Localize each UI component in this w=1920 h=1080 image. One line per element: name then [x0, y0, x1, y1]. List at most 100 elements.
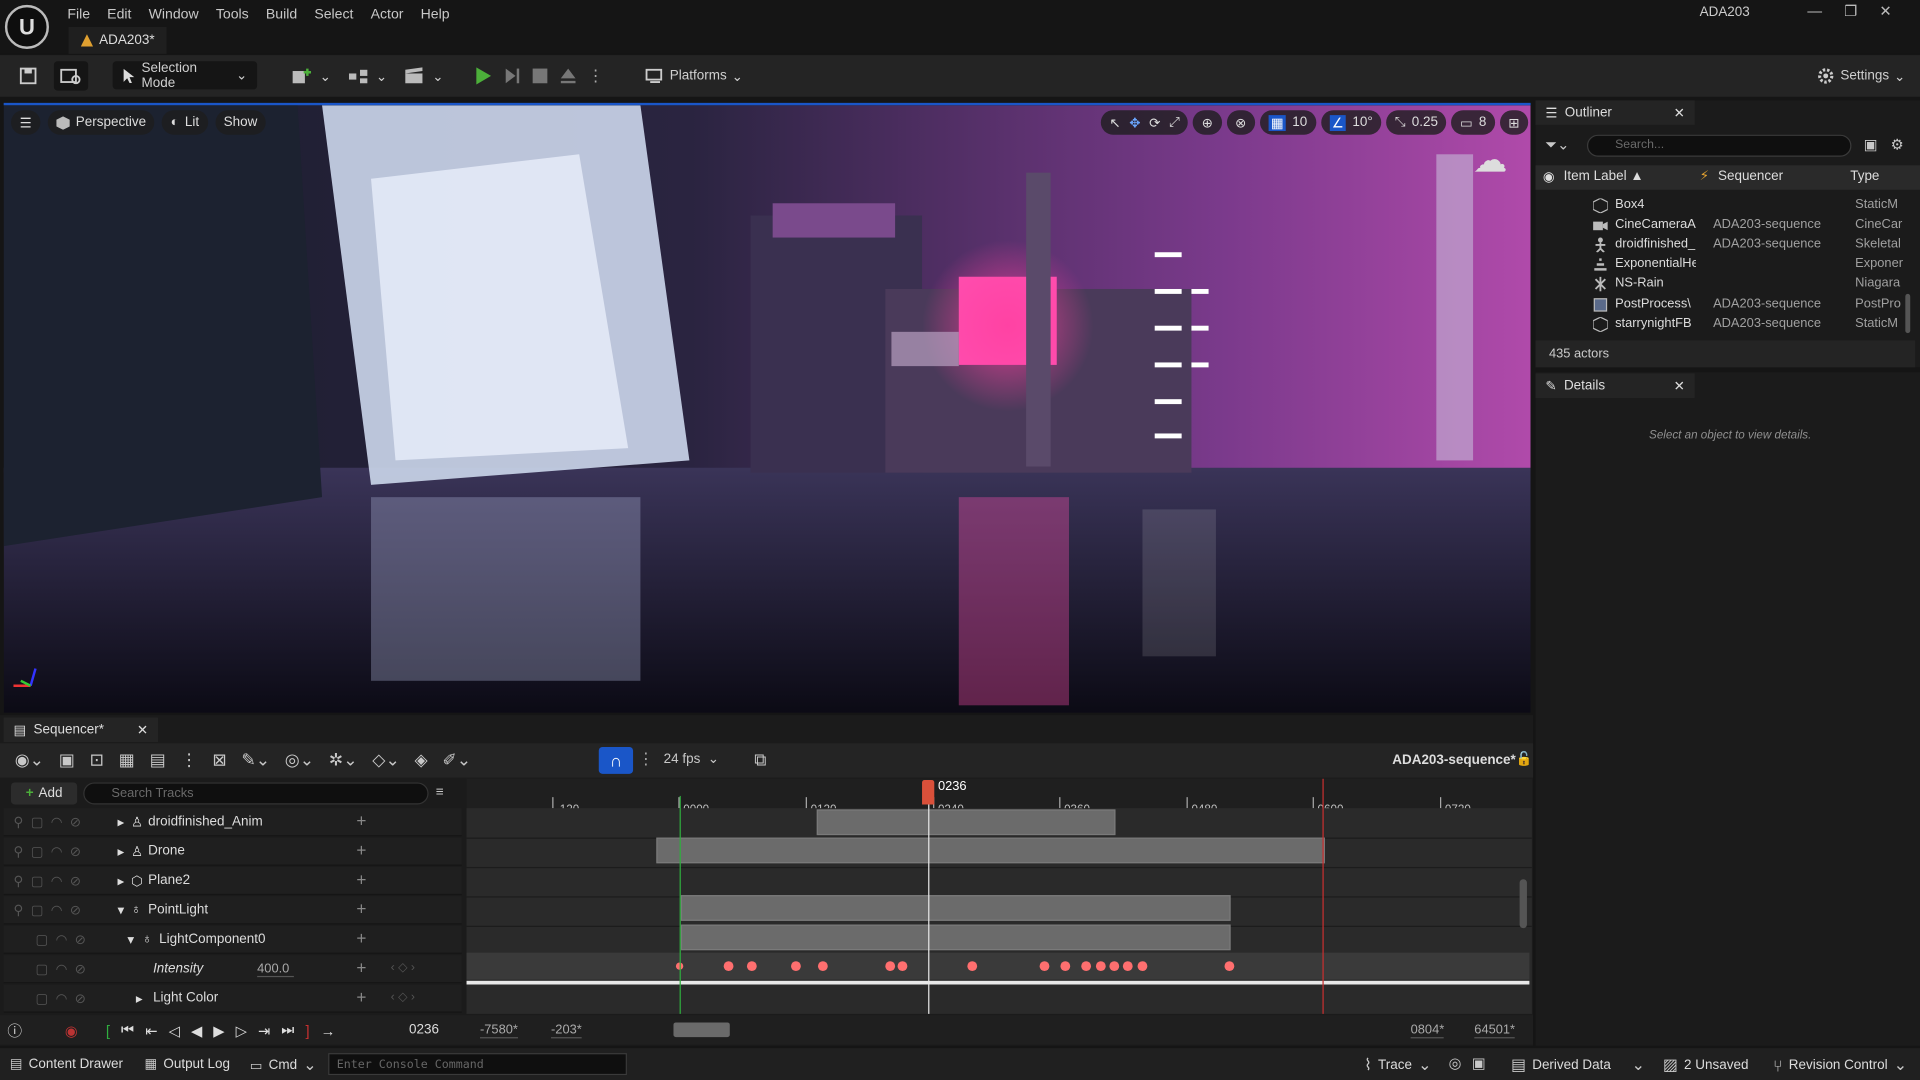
- intensity-value-field[interactable]: 400.0: [257, 961, 294, 978]
- world-local-button[interactable]: ⊕: [1193, 110, 1222, 135]
- sequencer-tab[interactable]: ▤ Sequencer* ✕: [3, 717, 158, 743]
- save-sequence-icon[interactable]: ▣: [59, 749, 75, 770]
- record-icon[interactable]: ◉: [65, 1022, 78, 1039]
- select-icon[interactable]: ↖: [1109, 114, 1120, 131]
- expand-arrow-icon[interactable]: ▸: [118, 814, 125, 831]
- timeline-zoom-scrollbar[interactable]: [673, 1022, 730, 1038]
- pin-icon[interactable]: ⚲: [13, 844, 23, 860]
- keyframe[interactable]: [791, 961, 801, 972]
- track-row[interactable]: ⚲ ▢ ◠ ⊘ ▸ ♙ droidfinished_Anim +: [3, 808, 462, 837]
- unsaved-button[interactable]: ▨ 2 Unsaved: [1663, 1056, 1749, 1076]
- camera-speed-button[interactable]: ▭ 8: [1451, 110, 1495, 135]
- keyframe[interactable]: [723, 961, 734, 972]
- rotate-icon[interactable]: ⟳: [1149, 114, 1160, 131]
- menu-edit[interactable]: Edit: [99, 3, 140, 22]
- track-search-input[interactable]: Search Tracks: [83, 782, 429, 805]
- step-forward-icon[interactable]: ▷: [236, 1022, 247, 1039]
- col-type[interactable]: Type: [1850, 169, 1879, 184]
- key-navigation-icon[interactable]: ‹ ◇ ›: [391, 961, 415, 974]
- screenshot-icon[interactable]: ▣: [1472, 1054, 1486, 1071]
- mute-icon[interactable]: ⊘: [70, 902, 81, 919]
- keyframe[interactable]: [1081, 961, 1092, 972]
- keyframe[interactable]: [1060, 961, 1071, 972]
- section-droidfinished[interactable]: [816, 809, 1116, 836]
- console-input[interactable]: Enter Console Command: [328, 1053, 627, 1076]
- playhead-line[interactable]: [928, 795, 930, 1014]
- find-icon[interactable]: ⊡: [90, 749, 104, 770]
- blueprint-button[interactable]: ⌄: [340, 61, 393, 90]
- playback-options-icon[interactable]: ✲⌄: [329, 749, 358, 770]
- add-folder-icon[interactable]: ▣: [1864, 136, 1878, 153]
- eye-icon[interactable]: ◎⌄: [285, 749, 314, 770]
- solo-icon[interactable]: ◠: [51, 873, 63, 889]
- keyframe[interactable]: [746, 961, 757, 972]
- play-icon[interactable]: [473, 66, 493, 86]
- menu-window[interactable]: Window: [140, 3, 207, 22]
- menu-select[interactable]: Select: [306, 3, 362, 22]
- fps-dropdown[interactable]: 24 fps ⌄: [664, 751, 719, 766]
- expand-arrow-icon[interactable]: ▸: [118, 844, 125, 860]
- lock-icon[interactable]: ▢: [36, 932, 49, 948]
- col-sequencer[interactable]: Sequencer: [1718, 169, 1783, 184]
- add-subtrack-icon[interactable]: +: [356, 840, 366, 860]
- keyframe[interactable]: [1095, 961, 1106, 972]
- collapse-arrow-icon[interactable]: ▾: [118, 902, 125, 919]
- outliner-row[interactable]: CineCameraA ADA203-sequence CineCar: [1536, 217, 1903, 237]
- current-frame-field[interactable]: 0236: [409, 1022, 439, 1037]
- view-start-field[interactable]: -203*: [551, 1022, 582, 1039]
- outliner-row[interactable]: PostProcess\ ADA203-sequence PostPro: [1536, 296, 1903, 316]
- curve-editor-icon[interactable]: ⧉: [754, 749, 766, 770]
- perspective-button[interactable]: Perspective: [47, 110, 155, 135]
- lock-icon[interactable]: ▢: [31, 873, 44, 889]
- add-actor-button[interactable]: ⌄: [284, 61, 337, 90]
- loop-icon[interactable]: →: [321, 1022, 336, 1039]
- outliner-scrollbar[interactable]: [1905, 293, 1911, 334]
- mute-icon[interactable]: ⊘: [70, 814, 81, 831]
- outliner-row[interactable]: droidfinished_ ADA203-sequence Skeletal: [1536, 236, 1903, 256]
- filter-icon[interactable]: ⏷⌄: [1545, 136, 1569, 154]
- jump-start-icon[interactable]: ⏮: [121, 1021, 134, 1039]
- pin-icon[interactable]: ⚲: [13, 814, 23, 831]
- add-track-button[interactable]: + Add: [11, 782, 78, 805]
- outliner-row[interactable]: NS-Rain Niagara: [1536, 276, 1903, 296]
- time-ruler[interactable]: [466, 778, 1532, 809]
- step-icon[interactable]: [502, 66, 522, 86]
- level-tab[interactable]: ADA203*: [68, 26, 167, 54]
- trace-dropdown[interactable]: ⌇ Trace ⌄: [1364, 1056, 1431, 1076]
- close-icon[interactable]: ✕: [137, 722, 148, 738]
- settings-dropdown[interactable]: Settings ⌄: [1810, 61, 1912, 90]
- pin-icon[interactable]: ⚲: [13, 873, 23, 889]
- collapse-arrow-icon[interactable]: ▾: [127, 932, 134, 948]
- cmd-dropdown[interactable]: ▭ Cmd ⌄: [250, 1056, 317, 1076]
- solo-icon[interactable]: ◠: [56, 991, 68, 1007]
- more-icon[interactable]: ⋮: [588, 66, 604, 86]
- solo-icon[interactable]: ◠: [56, 961, 68, 977]
- tools-icon[interactable]: ✎⌄: [241, 749, 270, 770]
- add-key-icon[interactable]: ◈: [415, 749, 428, 770]
- keyframe[interactable]: [885, 961, 896, 972]
- solo-icon[interactable]: ◠: [51, 844, 63, 860]
- keyframe[interactable]: [1137, 961, 1148, 972]
- outliner-tab[interactable]: ☰ Outliner ✕: [1535, 100, 1695, 125]
- show-button[interactable]: Show: [215, 110, 266, 135]
- record-trace-icon[interactable]: ◎: [1449, 1054, 1462, 1071]
- playhead-handle[interactable]: [922, 780, 935, 805]
- solo-icon[interactable]: ◠: [51, 902, 63, 919]
- outliner-search-input[interactable]: Search...: [1586, 134, 1852, 157]
- info-icon[interactable]: ⓘ: [7, 1020, 22, 1041]
- menu-help[interactable]: Help: [412, 3, 458, 22]
- add-key-icon[interactable]: +: [356, 958, 366, 978]
- track-row[interactable]: ▢ ◠ ⊘ ▸ Light Color + ‹ ◇ ›: [3, 984, 462, 1013]
- add-subtrack-icon[interactable]: +: [356, 899, 366, 919]
- platforms-dropdown[interactable]: Platforms ⌄: [639, 61, 749, 90]
- solo-icon[interactable]: ◠: [56, 932, 68, 948]
- track-row[interactable]: ⚲ ▢ ◠ ⊘ ▸ ⬡ Plane2 +: [3, 866, 462, 896]
- content-drawer-button[interactable]: ▤ Content Drawer: [10, 1056, 123, 1071]
- lock-icon[interactable]: ▢: [36, 961, 49, 977]
- jump-end-icon[interactable]: ⏭: [281, 1021, 294, 1039]
- restore-icon[interactable]: ❐: [1844, 2, 1857, 19]
- snap-magnet-icon[interactable]: ∩: [598, 746, 634, 774]
- scale-snap-button[interactable]: ⤡ 0.25: [1386, 110, 1447, 135]
- timeline-scrollbar[interactable]: [1519, 879, 1527, 929]
- range-start-field[interactable]: -7580*: [480, 1022, 518, 1039]
